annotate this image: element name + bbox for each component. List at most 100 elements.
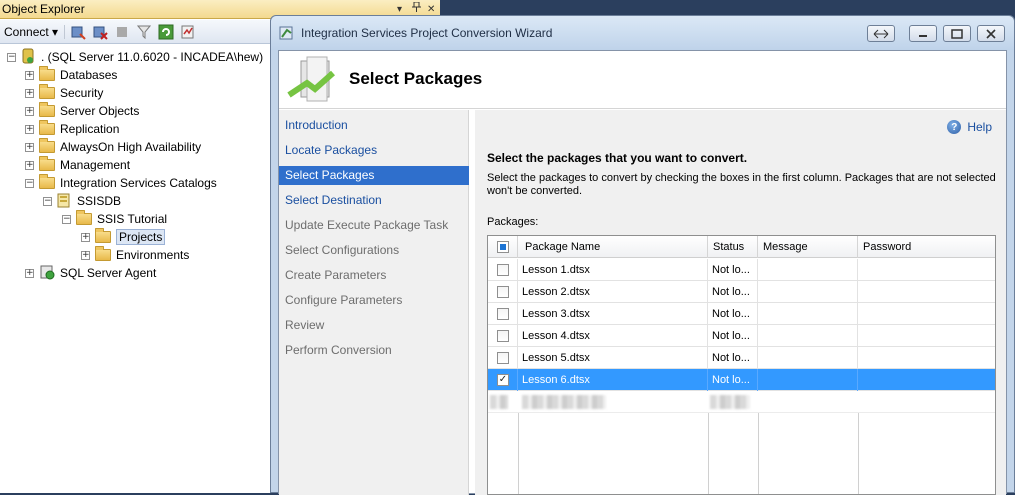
wizard-content: ? Help Select the packages that you want… bbox=[475, 110, 1006, 495]
table-row[interactable]: Lesson 5.dtsx Not lo... bbox=[488, 347, 995, 369]
column-header-package-name[interactable]: Package Name bbox=[518, 236, 708, 258]
nav-review: Review bbox=[285, 318, 325, 332]
packages-grid[interactable]: Package Name Status Message Password Les… bbox=[487, 235, 996, 495]
tree-ssisdb[interactable]: − SSISDB bbox=[43, 192, 121, 210]
collapse-icon[interactable]: − bbox=[62, 214, 71, 224]
grid-column-divider bbox=[518, 413, 519, 494]
tree-sql-server-agent[interactable]: + SQL Server Agent bbox=[25, 264, 156, 282]
table-row[interactable]: Lesson 2.dtsx Not lo... bbox=[488, 281, 995, 303]
tree-alwayson[interactable]: + AlwaysOn High Availability bbox=[25, 138, 201, 156]
agent-icon bbox=[39, 264, 55, 283]
nav-update-execute-package-task: Update Execute Package Task bbox=[285, 218, 449, 232]
row-checkbox[interactable] bbox=[497, 308, 509, 320]
help-link[interactable]: ? Help bbox=[947, 120, 992, 134]
cell-package-name: Lesson 2.dtsx bbox=[518, 281, 708, 303]
expand-icon[interactable]: + bbox=[25, 106, 34, 116]
cell-status: Not lo... bbox=[708, 369, 758, 391]
table-row[interactable]: Lesson 4.dtsx Not lo... bbox=[488, 325, 995, 347]
restore-icon[interactable] bbox=[867, 25, 895, 42]
cell-message bbox=[758, 347, 858, 369]
content-description: Select the packages to convert by checki… bbox=[487, 172, 996, 197]
tree-management[interactable]: + Management bbox=[25, 156, 130, 174]
wizard-illustration-icon bbox=[287, 55, 337, 105]
help-label: Help bbox=[967, 120, 992, 134]
help-icon: ? bbox=[947, 120, 962, 134]
close-icon[interactable] bbox=[977, 25, 1005, 42]
blurred-content bbox=[522, 395, 606, 409]
collapse-icon[interactable]: − bbox=[43, 196, 52, 206]
select-all-header[interactable] bbox=[488, 236, 518, 258]
refresh-icon[interactable] bbox=[157, 23, 175, 41]
catalog-icon bbox=[57, 192, 71, 211]
cell-package-name: Lesson 6.dtsx bbox=[518, 369, 708, 391]
expand-icon[interactable]: + bbox=[81, 232, 90, 242]
conversion-wizard-window: Integration Services Project Conversion … bbox=[270, 15, 1015, 495]
table-row-blurred bbox=[488, 391, 995, 413]
cell-package-name: Lesson 1.dtsx bbox=[518, 259, 708, 281]
expand-icon[interactable]: + bbox=[25, 88, 34, 98]
nav-select-destination[interactable]: Select Destination bbox=[279, 191, 469, 210]
row-checkbox[interactable] bbox=[497, 330, 509, 342]
nav-select-packages[interactable]: Select Packages bbox=[279, 166, 469, 185]
minimize-icon[interactable] bbox=[909, 25, 937, 42]
cell-password[interactable] bbox=[858, 369, 995, 391]
cell-password[interactable] bbox=[858, 259, 995, 281]
expand-icon[interactable]: + bbox=[25, 268, 34, 278]
cell-status: Not lo... bbox=[708, 259, 758, 281]
grid-column-divider bbox=[708, 413, 709, 494]
tree-ssis-tutorial[interactable]: − SSIS Tutorial bbox=[62, 210, 167, 228]
expand-icon[interactable]: + bbox=[25, 160, 34, 170]
nav-locate-packages[interactable]: Locate Packages bbox=[279, 141, 469, 160]
connect-button[interactable]: Connect ▾ bbox=[4, 24, 66, 39]
row-checkbox[interactable] bbox=[497, 286, 509, 298]
cell-password[interactable] bbox=[858, 325, 995, 347]
cell-package-name: Lesson 3.dtsx bbox=[518, 303, 708, 325]
cell-status: Not lo... bbox=[708, 325, 758, 347]
select-all-checkbox[interactable] bbox=[497, 241, 509, 253]
row-checkbox[interactable] bbox=[497, 264, 509, 276]
activity-monitor-icon[interactable] bbox=[179, 23, 197, 41]
row-checkbox[interactable] bbox=[497, 352, 509, 364]
collapse-icon[interactable]: − bbox=[25, 178, 34, 188]
tree-server-objects[interactable]: + Server Objects bbox=[25, 102, 139, 120]
expand-icon[interactable]: + bbox=[81, 250, 90, 260]
table-row[interactable]: Lesson 1.dtsx Not lo... bbox=[488, 259, 995, 281]
tree-databases[interactable]: + Databases bbox=[25, 66, 117, 84]
table-row[interactable]: Lesson 3.dtsx Not lo... bbox=[488, 303, 995, 325]
column-header-message[interactable]: Message bbox=[758, 236, 858, 258]
blurred-content bbox=[710, 395, 750, 409]
cell-password[interactable] bbox=[858, 281, 995, 303]
tree-integration-services-catalogs[interactable]: − Integration Services Catalogs bbox=[25, 174, 217, 192]
column-header-password[interactable]: Password bbox=[858, 236, 995, 258]
column-header-status[interactable]: Status bbox=[708, 236, 758, 258]
packages-label: Packages: bbox=[487, 216, 539, 228]
cell-password[interactable] bbox=[858, 303, 995, 325]
maximize-icon[interactable] bbox=[943, 25, 971, 42]
nav-introduction[interactable]: Introduction bbox=[279, 116, 469, 135]
wizard-header: Select Packages bbox=[279, 51, 1006, 109]
collapse-icon[interactable]: − bbox=[7, 52, 16, 62]
row-checkbox-checked[interactable]: ✓ bbox=[497, 374, 509, 386]
disconnect-icon[interactable] bbox=[91, 23, 109, 41]
tree-security[interactable]: + Security bbox=[25, 84, 103, 102]
tree-projects[interactable]: + Projects bbox=[81, 228, 166, 246]
table-row-selected[interactable]: ✓ Lesson 6.dtsx Not lo... bbox=[488, 369, 995, 391]
folder-icon bbox=[39, 120, 55, 135]
blurred-content bbox=[490, 395, 508, 409]
expand-icon[interactable]: + bbox=[25, 70, 34, 80]
stop-icon[interactable] bbox=[113, 23, 131, 41]
folder-icon bbox=[39, 156, 55, 171]
connect-object-icon[interactable] bbox=[69, 23, 87, 41]
cell-message bbox=[758, 369, 858, 391]
expand-icon[interactable]: + bbox=[25, 124, 34, 134]
expand-icon[interactable]: + bbox=[25, 142, 34, 152]
filter-icon[interactable] bbox=[135, 23, 153, 41]
tree-environments[interactable]: + Environments bbox=[81, 246, 189, 264]
cell-package-name: Lesson 5.dtsx bbox=[518, 347, 708, 369]
tree-replication[interactable]: + Replication bbox=[25, 120, 119, 138]
nav-create-parameters: Create Parameters bbox=[285, 268, 387, 282]
page-title: Select Packages bbox=[349, 69, 483, 88]
cell-password[interactable] bbox=[858, 347, 995, 369]
nav-configure-parameters: Configure Parameters bbox=[285, 293, 403, 307]
tree-server[interactable]: − . (SQL Server 11.0.6020 - INCADEA\hew) bbox=[7, 48, 263, 66]
